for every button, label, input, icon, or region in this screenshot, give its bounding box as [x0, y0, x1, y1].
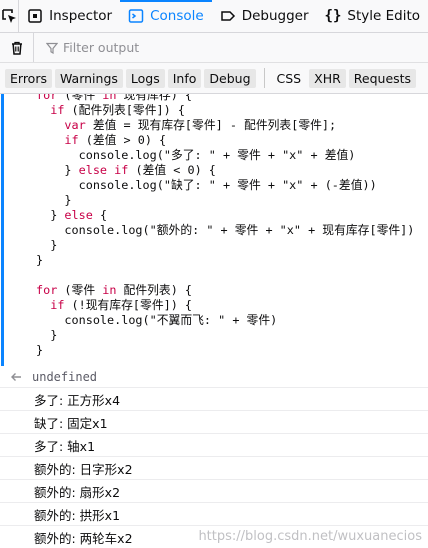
clear-console-button[interactable]	[0, 33, 34, 62]
filter-info-button[interactable]: Info	[167, 68, 202, 88]
devtools-tab-bar: Inspector Console Debugger {} Style Edit…	[0, 0, 428, 33]
filter-placeholder: Filter output	[63, 40, 140, 55]
code-line: var 差值 = 现有库存[零件] - 配件列表[零件];	[64, 118, 337, 132]
tab-style-editor-label: Style Edito	[347, 8, 420, 24]
log-message: 多了: 轴x1	[0, 434, 428, 457]
result-value: undefined	[32, 369, 98, 384]
filter-debug-button[interactable]: Debug	[204, 68, 256, 88]
code-line: }	[36, 343, 44, 357]
code-line: if (差值 > 0) {	[64, 133, 167, 147]
code-block: for (零件 in 现有库存) { if (配件列表[零件]) { var 差…	[36, 94, 414, 358]
filter-divider	[263, 68, 265, 88]
watermark: https://blog.csdn.net/wuxuanecios	[198, 529, 422, 544]
code-line: }	[36, 193, 72, 207]
evaluation-result: undefined	[0, 366, 428, 388]
result-arrow-icon	[0, 371, 32, 383]
log-message: 缺了: 固定x1	[0, 411, 428, 434]
code-line: for (零件 in 配件列表) {	[36, 283, 193, 297]
tab-style-editor[interactable]: {} Style Edito	[317, 0, 428, 32]
tab-inspector-label: Inspector	[49, 8, 113, 24]
console-icon	[128, 8, 144, 24]
trash-icon	[11, 41, 22, 55]
code-line: console.log("不翼而飞: " + 零件)	[36, 313, 278, 327]
code-line: if (配件列表[零件]) {	[50, 103, 185, 117]
filter-logs-button[interactable]: Logs	[125, 68, 165, 88]
code-line: for (零件 in 现有库存) {	[36, 94, 193, 102]
code-line: } else {	[36, 208, 108, 222]
code-line: console.log("多了: " + 零件 + "x" + 差值)	[36, 148, 356, 162]
debugger-icon	[220, 8, 236, 24]
code-line: } else if (差值 < 0) {	[36, 163, 216, 177]
code-line: console.log("额外的: " + 零件 + "x" + 现有库存[零件…	[36, 223, 415, 237]
code-line: }	[36, 253, 44, 267]
tab-debugger-label: Debugger	[241, 8, 309, 24]
code-line: if (!现有库存[零件]) {	[50, 298, 193, 312]
filter-requests-button[interactable]: Requests	[348, 68, 417, 88]
filter-css-button[interactable]: CSS	[272, 69, 307, 88]
element-picker-button[interactable]	[0, 0, 20, 32]
log-message: 额外的: 扇形x2	[0, 480, 428, 503]
log-message: 额外的: 拱形x1	[0, 503, 428, 526]
filter-xhr-button[interactable]: XHR	[309, 68, 346, 88]
filter-output-input[interactable]: Filter output	[34, 40, 139, 55]
log-level-filters: Errors Warnings Logs Info Debug CSS XHR …	[0, 63, 428, 94]
console-toolbar: Filter output	[0, 33, 428, 63]
code-line: }	[36, 328, 58, 342]
tab-inspector[interactable]: Inspector	[19, 0, 120, 32]
console-output[interactable]: for (零件 in 现有库存) { if (配件列表[零件]) { var 差…	[0, 94, 428, 548]
code-line: }	[36, 238, 58, 252]
tab-console[interactable]: Console	[120, 0, 212, 32]
command-input-echo: for (零件 in 现有库存) { if (配件列表[零件]) { var 差…	[1, 94, 428, 366]
tab-console-label: Console	[150, 8, 204, 24]
filter-warnings-button[interactable]: Warnings	[54, 68, 123, 88]
log-message: 额外的: 日字形x2	[0, 457, 428, 480]
tab-debugger[interactable]: Debugger	[212, 0, 317, 32]
element-picker-icon	[2, 9, 17, 23]
log-message: 多了: 正方形x4	[0, 388, 428, 411]
code-line: console.log("缺了: " + 零件 + "x" + (-差值))	[36, 178, 377, 192]
inspector-icon	[27, 8, 43, 24]
funnel-icon	[46, 42, 58, 54]
style-editor-icon: {}	[324, 8, 342, 24]
filter-errors-button[interactable]: Errors	[5, 68, 52, 88]
